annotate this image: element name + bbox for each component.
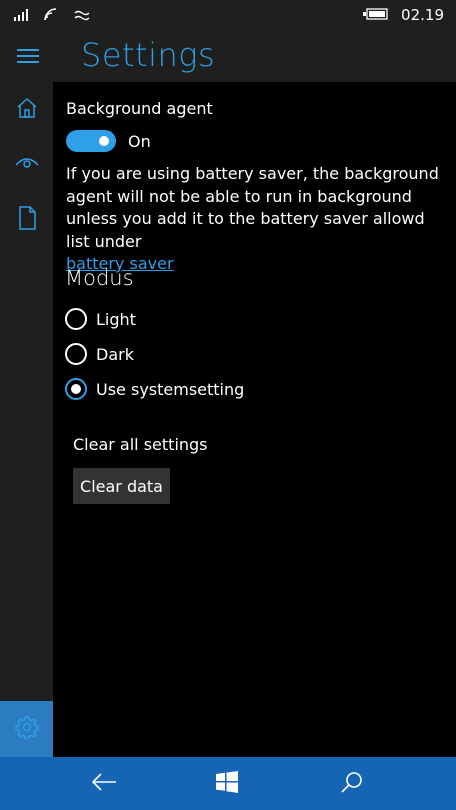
status-icons-left [14,6,90,25]
eye-icon [14,151,39,177]
radio-label: Dark [96,344,134,364]
search-icon [340,770,364,798]
clock: 02.19 [401,5,444,24]
radio-label: Use systemsetting [96,379,245,399]
back-button[interactable] [89,769,119,799]
radio-light[interactable]: Light [65,308,136,330]
radio-circle[interactable] [65,343,87,365]
clear-settings-label: Clear all settings [73,435,208,454]
status-icons-right: 02.19 [363,5,444,24]
radio-circle-checked[interactable] [65,378,87,400]
modus-heading: Modus [65,266,134,290]
sidebar-item-view[interactable] [0,136,53,192]
settings-content: Background agent On If you are using bat… [53,82,456,757]
system-nav-bar [0,757,456,810]
radio-systemsetting[interactable]: Use systemsetting [65,378,244,400]
toggle-state-label: On [128,132,151,151]
data-icon [74,6,90,25]
battery-icon [363,5,389,24]
sidebar-item-home[interactable] [0,82,53,138]
sidebar-item-document[interactable] [0,192,53,248]
windows-icon [215,770,239,798]
clear-data-button[interactable]: Clear data [73,468,170,504]
hamburger-icon[interactable] [16,44,40,68]
page-title: Settings [81,36,216,74]
document-icon [18,206,36,234]
search-button[interactable] [337,769,367,799]
toggle-knob [99,136,109,146]
back-icon [91,772,117,796]
signal-icon [14,6,30,25]
start-button[interactable] [212,769,242,799]
gear-icon [14,715,39,743]
radio-circle[interactable] [65,308,87,330]
wifi-icon [44,6,60,25]
radio-label: Light [96,309,136,329]
description-text: If you are using battery saver, the back… [66,164,439,251]
background-agent-toggle[interactable] [66,130,116,152]
background-agent-label: Background agent [66,99,213,118]
home-icon [16,97,38,123]
status-bar: 02.19 [0,0,456,28]
battery-saver-description: If you are using battery saver, the back… [66,163,446,276]
radio-dark[interactable]: Dark [65,343,134,365]
sidebar [0,82,53,757]
app-header: Settings [0,28,456,82]
sidebar-item-settings[interactable] [0,701,53,757]
